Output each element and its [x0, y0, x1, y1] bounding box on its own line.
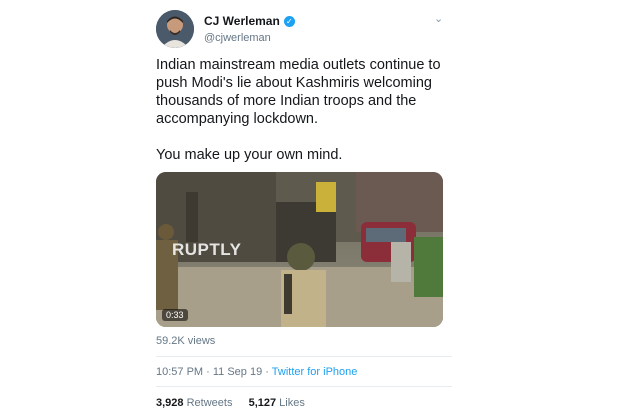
video-watermark: RUPTLY	[172, 240, 242, 259]
retweets-label: Retweets	[186, 397, 233, 409]
meta-separator: ·	[262, 366, 272, 378]
tweet-time[interactable]: 10:57 PM	[156, 366, 203, 378]
avatar[interactable]	[156, 10, 194, 48]
meta-separator: ·	[203, 366, 213, 378]
tweet-card: CJ Werleman ✓ @cjwerleman ⌄ Indian mains…	[140, 0, 460, 414]
tweet-paragraph: You make up your own mind.	[156, 147, 343, 163]
avatar-photo	[156, 10, 194, 48]
tweet-source-link[interactable]: Twitter for iPhone	[272, 366, 358, 378]
video-player[interactable]: RUPTLY 0:33	[156, 172, 443, 327]
retweets-count: 3,928	[156, 397, 184, 409]
tweet-meta: 10:57 PM · 11 Sep 19 · Twitter for iPhon…	[156, 366, 357, 378]
likes-stat[interactable]: 5,127 Likes	[249, 397, 305, 409]
chevron-down-icon[interactable]: ⌄	[434, 12, 443, 25]
tweet-date[interactable]: 11 Sep 19	[213, 366, 262, 378]
likes-label: Likes	[279, 397, 305, 409]
verified-badge-icon: ✓	[283, 15, 295, 27]
user-handle[interactable]: @cjwerleman	[204, 32, 271, 44]
tweet-text: Indian mainstream media outlets continue…	[156, 56, 452, 164]
tweet-paragraph: Indian mainstream media outlets continue…	[156, 57, 441, 127]
user-name-row[interactable]: CJ Werleman ✓	[204, 14, 295, 28]
divider	[156, 356, 452, 357]
engagement-stats: 3,928 Retweets 5,127 Likes	[156, 397, 305, 409]
likes-count: 5,127	[248, 397, 277, 409]
retweets-stat[interactable]: 3,928 Retweets	[156, 397, 232, 409]
display-name[interactable]: CJ Werleman	[204, 14, 280, 28]
divider	[156, 386, 452, 387]
video-duration: 0:33	[162, 309, 188, 321]
view-count: 59.2K views	[156, 335, 216, 347]
